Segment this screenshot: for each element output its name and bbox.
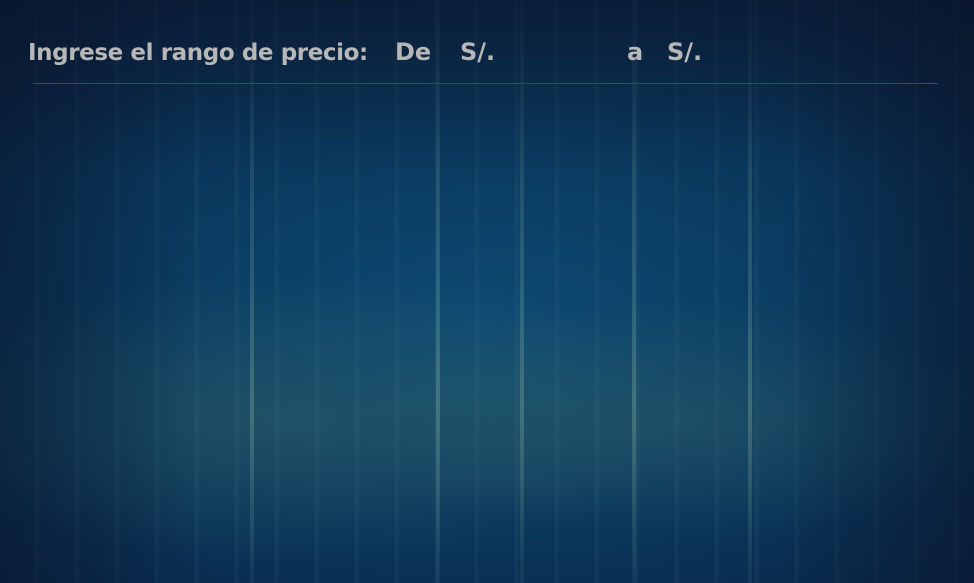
light-beam bbox=[632, 0, 636, 583]
price-range-label: Ingrese el rango de precio: bbox=[28, 40, 368, 66]
from-label: De bbox=[395, 38, 432, 66]
background-streaks bbox=[0, 0, 974, 583]
light-beam bbox=[520, 0, 524, 583]
min-price-input[interactable] bbox=[503, 34, 631, 68]
from-currency-label: S/. bbox=[460, 38, 496, 66]
to-currency-label: S/. bbox=[667, 38, 703, 66]
max-price-input[interactable] bbox=[709, 34, 837, 68]
price-range-filter: Ingrese el rango de precio: De S/. a S/. bbox=[28, 28, 938, 84]
light-beam bbox=[250, 0, 254, 583]
background-vignette bbox=[0, 0, 974, 583]
to-label: a bbox=[627, 38, 644, 66]
light-beam bbox=[436, 0, 440, 583]
light-beam bbox=[748, 0, 752, 583]
